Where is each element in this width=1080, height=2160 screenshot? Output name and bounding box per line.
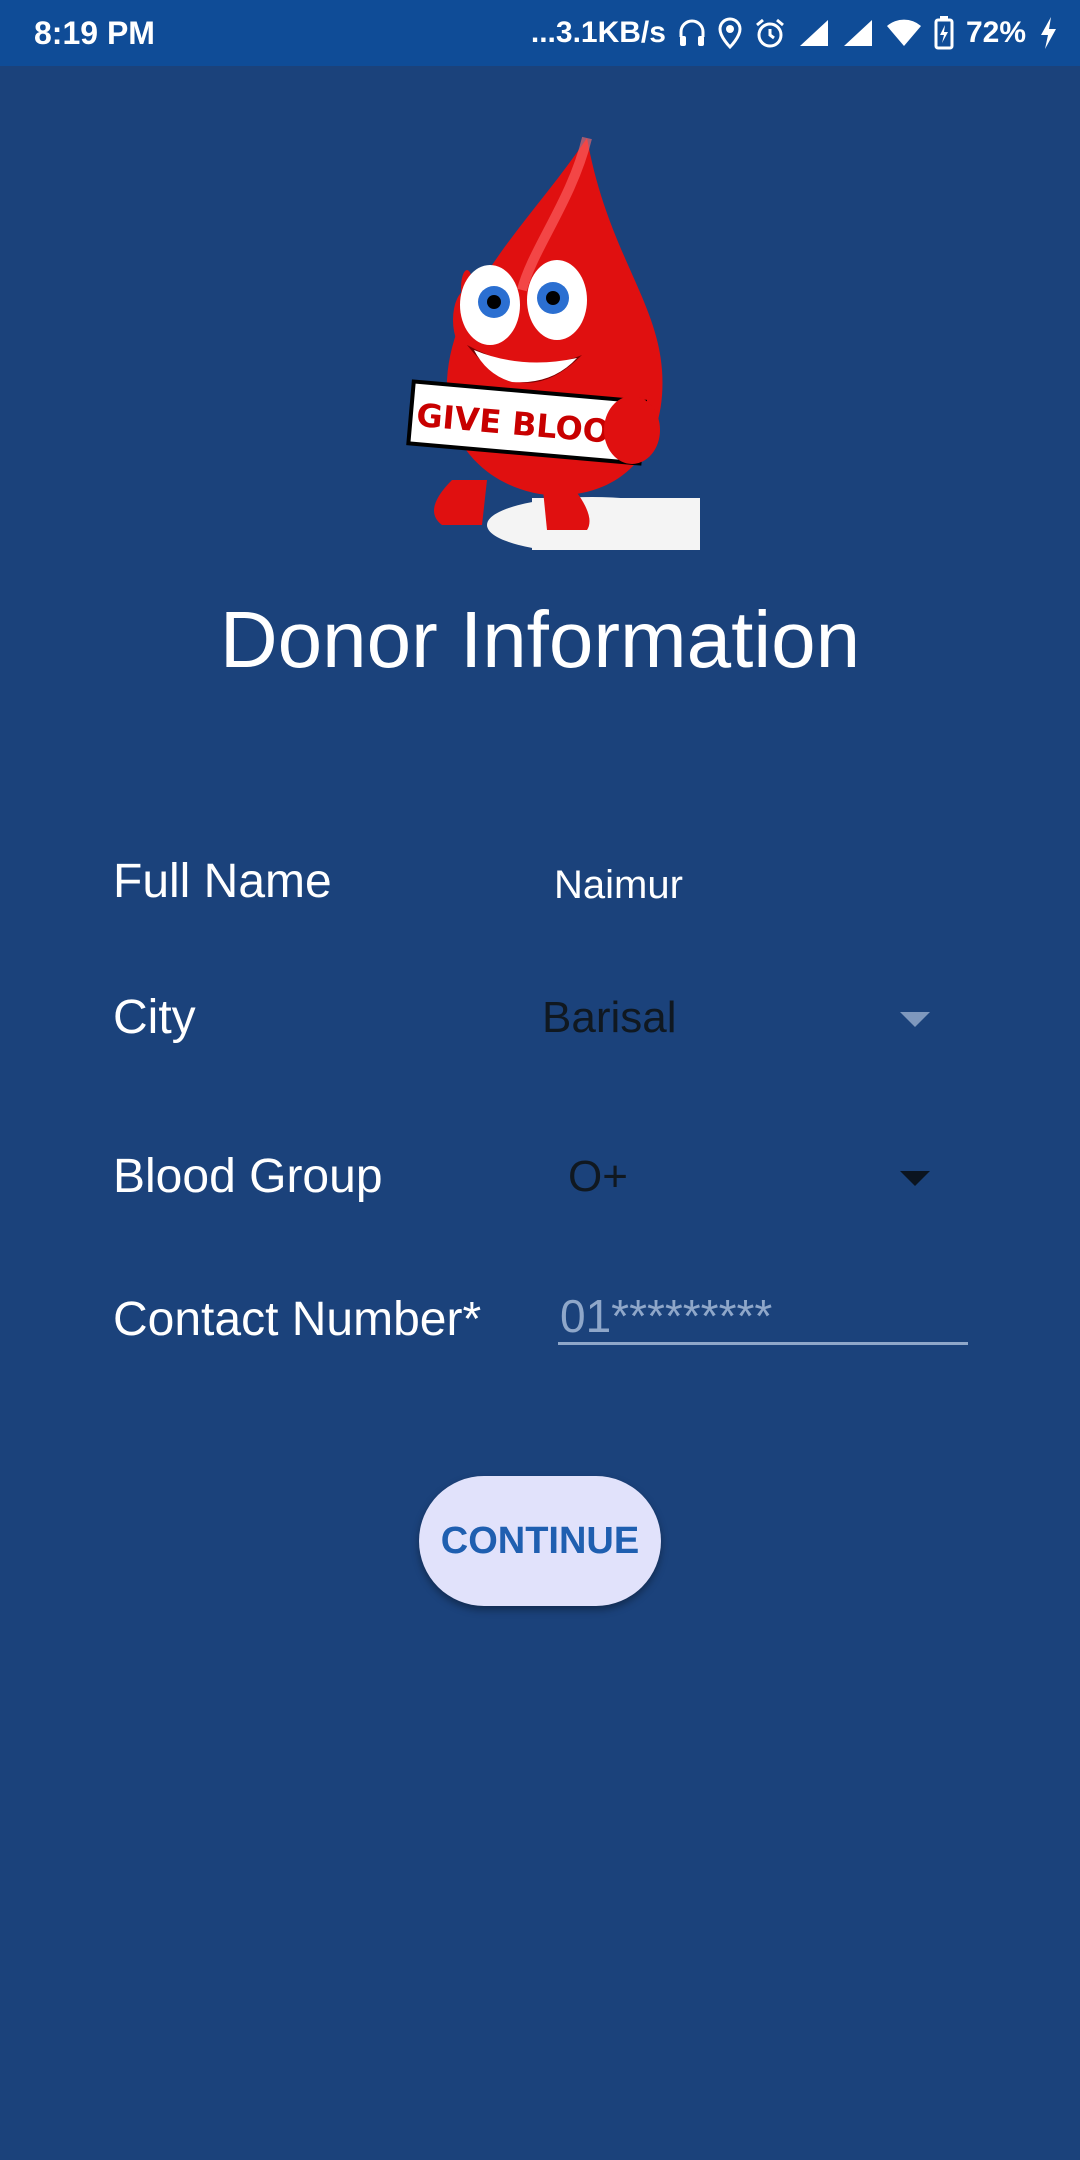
blood-group-selected[interactable]: O+ <box>568 1149 628 1205</box>
charging-icon <box>1038 16 1058 50</box>
city-label: City <box>113 991 196 1044</box>
city-selected[interactable]: Barisal <box>542 990 677 1046</box>
give-blood-logo: GIVE BLOOD <box>382 130 700 553</box>
signal-icon <box>842 18 874 48</box>
status-time: 8:19 PM <box>34 15 155 51</box>
contact-number-field[interactable]: 01********* <box>558 1290 968 1345</box>
network-speed: ...3.1KB/s <box>530 16 666 49</box>
location-icon <box>718 17 742 49</box>
chevron-down-icon[interactable] <box>900 1171 930 1186</box>
alarm-icon <box>754 17 786 49</box>
contact-number-placeholder: 01********* <box>560 1290 773 1342</box>
status-bar: 8:19 PM ...3.1KB/s 72% <box>0 0 1080 66</box>
full-name-value[interactable]: Naimur <box>554 860 683 910</box>
contact-number-label: Contact Number* <box>113 1293 482 1346</box>
continue-button[interactable]: CONTINUE <box>419 1476 661 1606</box>
battery-icon <box>934 16 954 50</box>
headphones-icon <box>678 17 706 49</box>
status-icons: ...3.1KB/s 72% <box>531 0 1058 66</box>
chevron-down-icon[interactable] <box>900 1012 930 1027</box>
page-title: Donor Information <box>219 595 861 684</box>
battery-percent: 72% <box>965 16 1026 49</box>
blood-group-label: Blood Group <box>113 1150 383 1203</box>
signal-icon <box>798 18 830 48</box>
wifi-icon <box>886 18 922 48</box>
full-name-label: Full Name <box>113 855 332 908</box>
